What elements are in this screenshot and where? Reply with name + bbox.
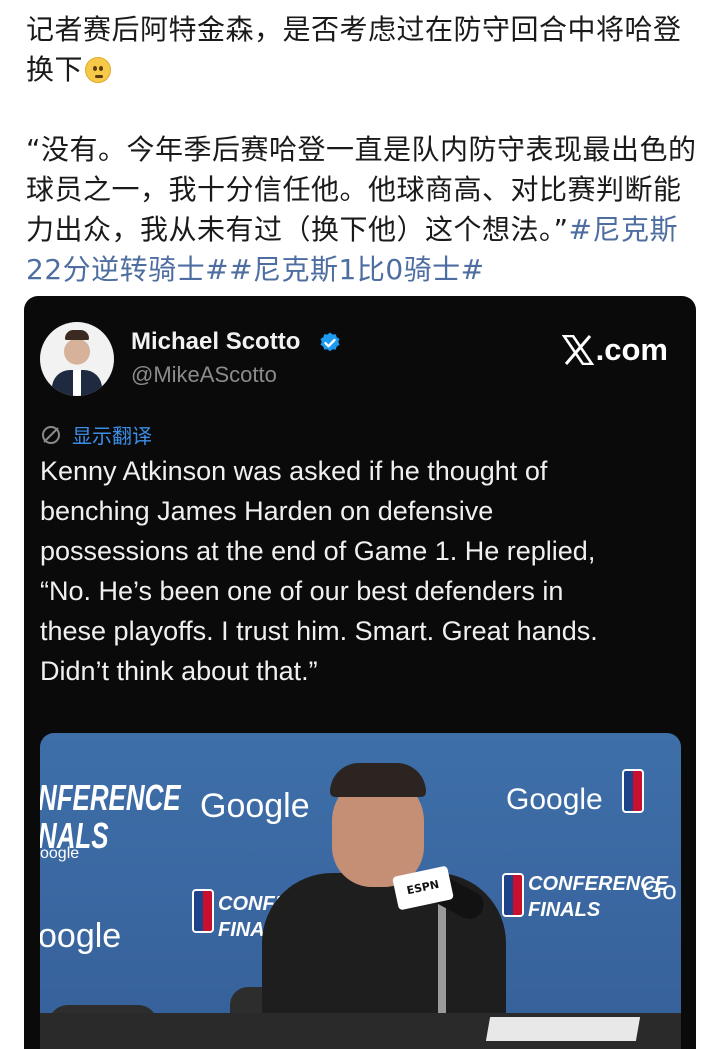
- tweet-text: Kenny Atkinson was asked if he thought o…: [40, 456, 598, 686]
- x-brand: .com: [561, 332, 668, 368]
- backdrop-google-partial: Go: [642, 875, 677, 905]
- emoji-thinking-icon: [85, 57, 112, 83]
- embedded-tweet-card[interactable]: Michael Scotto @MikeAScotto .com 显示翻译 Ke…: [24, 296, 696, 1049]
- coach-hair: [330, 763, 426, 797]
- backdrop-left-small: oogle: [40, 845, 80, 862]
- tweet-handle[interactable]: @MikeAScotto: [131, 362, 277, 388]
- nba-logo-icon: [502, 873, 524, 917]
- backdrop-left-conference: NFERENCE: [40, 777, 181, 818]
- translate-icon: [42, 425, 60, 444]
- weibo-post: 记者赛后阿特金森，是否考虑过在防守回合中将哈登换下 “没有。今年季后赛哈登一直是…: [26, 10, 698, 290]
- translate-label: 显示翻译: [72, 424, 152, 448]
- tweet-author-name[interactable]: Michael Scotto: [131, 328, 300, 356]
- post-answer: “没有。今年季后赛哈登一直是队内防守表现最出色的球员之一，我十分信任他。他球商高…: [26, 133, 697, 286]
- x-logo-icon: [561, 335, 594, 365]
- x-brand-domain: .com: [595, 332, 668, 367]
- paper-sheet: [485, 1017, 641, 1041]
- nba-logo-icon: [192, 889, 214, 933]
- tweet-media-image[interactable]: NFERENCE NALS oogle Google Google oogle …: [40, 733, 681, 1049]
- avatar[interactable]: [40, 322, 114, 396]
- backdrop-google-logo: Google: [506, 783, 603, 816]
- nba-logo-icon: [622, 769, 644, 813]
- mic-stand: [438, 901, 446, 1021]
- backdrop-google-partial: oogle: [40, 917, 122, 955]
- translate-button[interactable]: 显示翻译: [40, 420, 152, 449]
- backdrop-google-logo: Google: [200, 787, 310, 825]
- post-question: 记者赛后阿特金森，是否考虑过在防守回合中将哈登换下: [26, 13, 682, 86]
- verified-badge-icon: [320, 332, 340, 352]
